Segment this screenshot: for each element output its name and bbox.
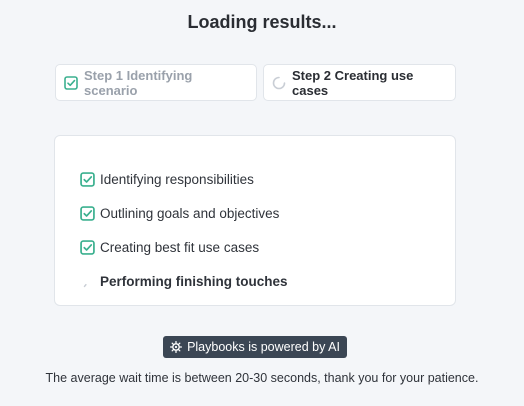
ai-badge: Playbooks is powered by AI (163, 336, 347, 358)
step-tabs: Step 1 Identifying scenario Step 2 Creat… (55, 64, 456, 101)
loading-page: Loading results... Step 1 Identifying sc… (0, 0, 524, 406)
task-item: Performing finishing touches (80, 264, 288, 298)
wait-time-note: The average wait time is between 20-30 s… (45, 371, 479, 385)
task-item: Identifying responsibilities (80, 162, 288, 196)
task-label: Outlining goals and objectives (100, 205, 280, 221)
task-item: Creating best fit use cases (80, 230, 288, 264)
step-2-label: Step 2 Creating use cases (292, 67, 414, 98)
progress-card: Identifying responsibilities Outlining g… (54, 135, 456, 306)
gear-icon (170, 341, 183, 353)
step-2-tab: Step 2 Creating use cases (263, 64, 456, 101)
task-list: Identifying responsibilities Outlining g… (80, 162, 288, 298)
step-1-label: Step 1 Identifying scenario (84, 67, 193, 98)
check-square-icon (80, 171, 95, 187)
check-square-icon (64, 75, 78, 90)
spinner-icon (80, 274, 95, 289)
check-square-icon (80, 205, 95, 221)
page-title: Loading results... (187, 12, 337, 32)
ai-badge-label: Playbooks is powered by AI (187, 340, 340, 354)
task-label: Performing finishing touches (100, 273, 288, 289)
spinner-icon (272, 76, 286, 90)
task-label: Identifying responsibilities (100, 171, 254, 187)
step-1-tab: Step 1 Identifying scenario (55, 64, 257, 101)
task-label: Creating best fit use cases (100, 239, 260, 255)
check-square-icon (80, 239, 95, 255)
task-item: Outlining goals and objectives (80, 196, 288, 230)
